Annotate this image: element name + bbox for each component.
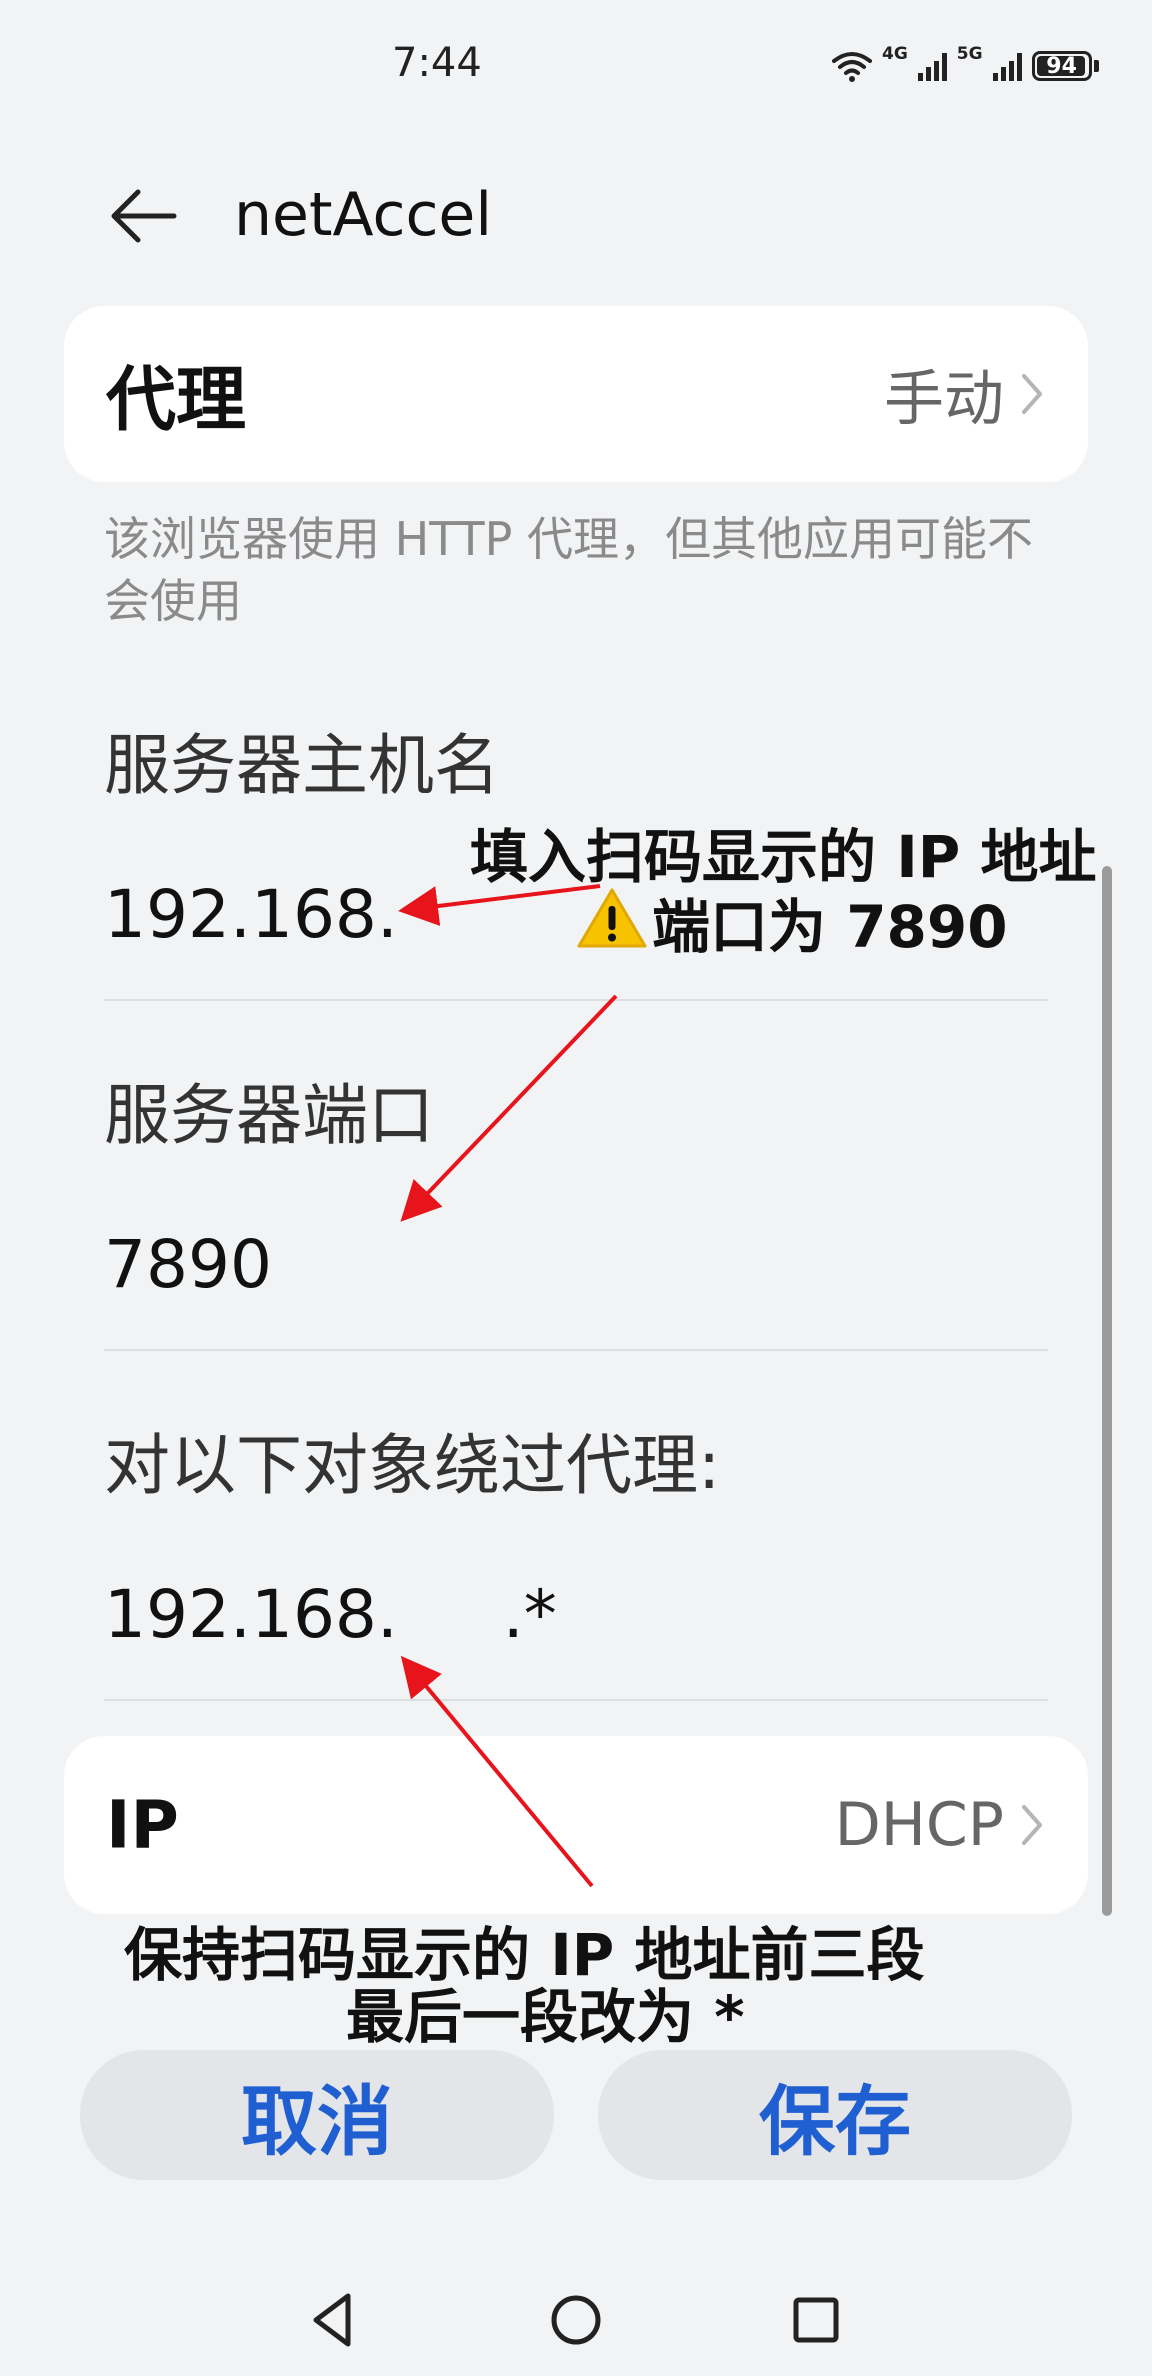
signal-icon [917,51,947,81]
proxy-value: 手动 [884,364,1004,435]
arrow-left-icon[interactable] [104,176,184,256]
divider [104,1699,1048,1701]
scrollbar[interactable] [1102,866,1112,1916]
network-label-5g: 5G [956,44,983,64]
bypass-input[interactable]: 192.168. .* [104,1576,557,1653]
proxy-hint: 该浏览器使用 HTTP 代理，但其他应用可能不会使用 [104,512,1033,628]
divider [104,1349,1048,1351]
wifi-icon [832,52,872,82]
circle-home-icon[interactable] [544,2288,608,2352]
annotation-top-line2: 端口为 7890 [652,893,1008,961]
ip-setting-row[interactable]: IP DHCP [64,1736,1088,1914]
page-title: netAccel [234,180,493,250]
square-recents-icon[interactable] [784,2288,848,2352]
warning-icon [577,888,647,948]
cancel-button[interactable]: 取消 [80,2050,554,2180]
chevron-right-icon [1022,374,1042,414]
signal-icon [992,51,1022,81]
bypass-label: 对以下对象绕过代理: [104,1427,721,1504]
battery-tip [1093,60,1099,72]
battery-icon: 94 [1031,51,1092,81]
host-input[interactable]: 192.168. [104,876,398,953]
ip-label: IP [106,1786,179,1864]
chevron-right-icon [1022,1805,1042,1845]
ip-value: DHCP [834,1790,1004,1860]
triangle-back-icon[interactable] [302,2288,366,2352]
port-input[interactable]: 7890 [104,1226,272,1303]
annotation-bottom-line2: 最后一段改为 * [346,1983,745,2051]
save-button[interactable]: 保存 [598,2050,1072,2180]
battery-level: 94 [1046,53,1077,79]
arrow-to-port [400,994,618,1222]
status-icons: 4G 5G 94 [832,44,1099,88]
host-label: 服务器主机名 [104,727,500,804]
status-time: 7:44 [392,40,482,86]
port-label: 服务器端口 [104,1077,434,1154]
proxy-label: 代理 [106,358,246,441]
proxy-setting-row[interactable]: 代理 手动 [64,306,1088,482]
divider [104,999,1048,1001]
network-label-4g: 4G [882,44,908,64]
